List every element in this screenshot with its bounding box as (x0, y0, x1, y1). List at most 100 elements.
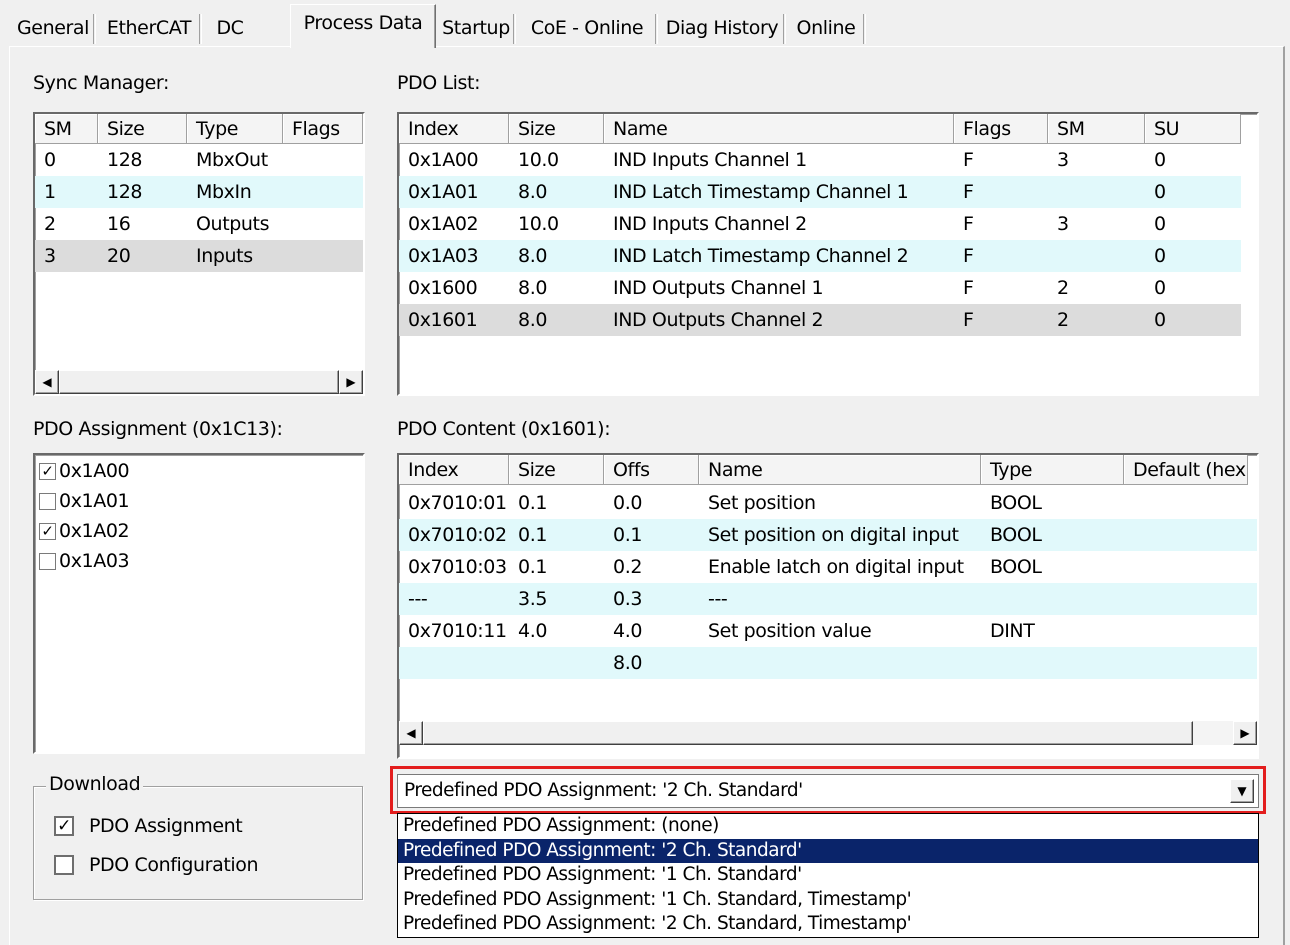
cell-su: 0 (1154, 149, 1166, 171)
pdo-content-list[interactable]: Index Size Offs Name Type Default (hex 0… (397, 453, 1259, 759)
scroll-left-button[interactable]: ◀ (399, 721, 423, 745)
scroll-thumb[interactable] (59, 370, 339, 394)
horizontal-scrollbar[interactable]: ◀ ▶ (399, 721, 1257, 745)
table-row[interactable]: 0x1A03 8.0 IND Latch Timestamp Channel 2… (399, 240, 1241, 272)
checkbox-checked[interactable]: ✓ (54, 816, 74, 836)
table-row-selected[interactable]: 3 20 Inputs (35, 240, 363, 272)
assignment-item-0x1a00[interactable]: ✓ 0x1A00 (39, 456, 130, 486)
cell-index: 0x1A01 (408, 181, 479, 203)
predefined-assignment-combobox[interactable]: Predefined PDO Assignment: '2 Ch. Standa… (397, 774, 1259, 808)
cell-size: 0.1 (518, 556, 548, 578)
scroll-left-button[interactable]: ◀ (35, 370, 59, 394)
assignment-item-0x1a01[interactable]: 0x1A01 (39, 486, 130, 516)
checkbox-unchecked[interactable] (39, 492, 56, 510)
column-header-size[interactable]: Size (509, 455, 604, 485)
tab-label: Online (796, 17, 856, 39)
column-header-name[interactable]: Name (699, 455, 981, 485)
cell-type: BOOL (990, 524, 1042, 546)
pdo-list[interactable]: Index Size Name Flags SM SU 0x1A00 10.0 … (397, 112, 1259, 396)
sync-manager-list[interactable]: SM Size Type Flags 0 128 MbxOut 1 128 Mb… (33, 112, 365, 396)
column-header-flags[interactable]: Flags (954, 114, 1048, 144)
assignment-item-0x1a02[interactable]: ✓ 0x1A02 (39, 516, 130, 546)
column-header-offs[interactable]: Offs (604, 455, 699, 485)
tab-diag-history[interactable]: Diag History (658, 10, 786, 46)
dropdown-arrow-icon[interactable]: ▼ (1230, 779, 1254, 803)
cell-type: BOOL (990, 556, 1042, 578)
tab-ethercat[interactable]: EtherCAT (96, 10, 202, 46)
column-header-name[interactable]: Name (604, 114, 954, 144)
tab-online[interactable]: Online (786, 10, 866, 46)
cell-index: 0x1600 (408, 277, 478, 299)
table-row[interactable]: 0x1A01 8.0 IND Latch Timestamp Channel 1… (399, 176, 1241, 208)
cell-sm: 2 (44, 213, 56, 235)
tab-general[interactable]: General (10, 10, 96, 46)
column-header-default[interactable]: Default (hex (1124, 455, 1248, 485)
cell-name: IND Latch Timestamp Channel 1 (613, 181, 909, 203)
column-header-index[interactable]: Index (399, 114, 509, 144)
pdo-assignment-label: PDO Assignment (0x1C13): (33, 418, 283, 440)
download-pdo-configuration-option[interactable]: PDO Configuration (54, 850, 259, 880)
cell-size: 8.0 (518, 245, 548, 267)
column-header-sm[interactable]: SM (35, 114, 98, 144)
assignment-item-label: 0x1A03 (59, 550, 130, 572)
dropdown-option[interactable]: Predefined PDO Assignment: '1 Ch. Standa… (398, 888, 1258, 913)
tab-startup[interactable]: Startup (436, 10, 516, 46)
checkbox-checked[interactable]: ✓ (39, 522, 56, 540)
dropdown-option-selected[interactable]: Predefined PDO Assignment: '2 Ch. Standa… (398, 838, 1258, 864)
scroll-right-button[interactable]: ▶ (1233, 721, 1257, 745)
combobox-value: Predefined PDO Assignment: '2 Ch. Standa… (404, 780, 803, 801)
checkbox-unchecked[interactable] (54, 855, 74, 875)
table-row[interactable]: 2 16 Outputs (35, 208, 363, 240)
sync-manager-header: SM Size Type Flags (35, 114, 363, 144)
checkbox-unchecked[interactable] (39, 552, 56, 570)
cell-type: MbxOut (196, 149, 268, 171)
dropdown-option[interactable]: Predefined PDO Assignment: '1 Ch. Standa… (398, 863, 1258, 888)
cell-sm: 3 (44, 245, 56, 267)
table-row[interactable]: 0x1600 8.0 IND Outputs Channel 1 F 2 0 (399, 272, 1241, 304)
dropdown-option[interactable]: Predefined PDO Assignment: '2 Ch. Standa… (398, 912, 1258, 937)
table-row[interactable]: 0x7010:03 0.1 0.2 Enable latch on digita… (399, 551, 1257, 583)
column-header-flags[interactable]: Flags (283, 114, 363, 144)
cell-index (399, 647, 509, 679)
column-header-su[interactable]: SU (1145, 114, 1241, 144)
tab-process-data[interactable]: Process Data (290, 4, 436, 48)
pdo-content-label: PDO Content (0x1601): (397, 418, 611, 440)
horizontal-scrollbar[interactable]: ◀ ▶ (35, 370, 363, 394)
cell-size: 10.0 (518, 213, 559, 235)
column-header-type[interactable]: Type (981, 455, 1124, 485)
table-row[interactable]: 8.0 (399, 647, 1257, 679)
assignment-item-0x1a03[interactable]: 0x1A03 (39, 546, 130, 576)
scroll-right-button[interactable]: ▶ (339, 370, 363, 394)
cell-size: 8.0 (518, 181, 548, 203)
column-header-size[interactable]: Size (98, 114, 187, 144)
tab-label: Process Data (303, 11, 423, 34)
scroll-thumb[interactable] (423, 721, 1193, 745)
dropdown-option[interactable]: Predefined PDO Assignment: (none) (398, 814, 1258, 839)
assignment-item-label: 0x1A00 (59, 460, 130, 482)
table-row[interactable]: 0 128 MbxOut (35, 144, 363, 176)
tab-dc[interactable]: DC (202, 10, 258, 46)
column-header-index[interactable]: Index (399, 455, 509, 485)
table-row[interactable]: 0x1A02 10.0 IND Inputs Channel 2 F 3 0 (399, 208, 1241, 240)
table-row[interactable]: 0x7010:11 4.0 4.0 Set position value DIN… (399, 615, 1257, 647)
table-row[interactable]: --- 3.5 0.3 --- (399, 583, 1257, 615)
cell-offs: 0.0 (613, 492, 643, 514)
tab-coe-online[interactable]: CoE - Online (516, 10, 658, 46)
column-header-sm[interactable]: SM (1048, 114, 1145, 144)
column-header-size[interactable]: Size (509, 114, 604, 144)
table-row-selected[interactable]: 0x1601 8.0 IND Outputs Channel 2 F 2 0 (399, 304, 1241, 336)
cell-default (1124, 551, 1248, 583)
download-pdo-assignment-option[interactable]: ✓ PDO Assignment (54, 811, 243, 841)
cell-flags: F (963, 181, 974, 203)
column-header-type[interactable]: Type (187, 114, 283, 144)
cell-su: 0 (1154, 213, 1166, 235)
table-row[interactable]: 1 128 MbxIn (35, 176, 363, 208)
cell-name: IND Inputs Channel 1 (613, 149, 807, 171)
table-row[interactable]: 0x7010:02 0.1 0.1 Set position on digita… (399, 519, 1257, 551)
cell-index: 0x7010:01 (408, 492, 507, 514)
pdo-assignment-list[interactable]: ✓ 0x1A00 0x1A01 ✓ 0x1A02 0x1A03 (33, 453, 365, 754)
cell-size: 20 (107, 245, 131, 267)
table-row[interactable]: 0x7010:01 0.1 0.0 Set position BOOL (399, 487, 1257, 519)
checkbox-checked[interactable]: ✓ (39, 462, 56, 480)
table-row[interactable]: 0x1A00 10.0 IND Inputs Channel 1 F 3 0 (399, 144, 1241, 176)
